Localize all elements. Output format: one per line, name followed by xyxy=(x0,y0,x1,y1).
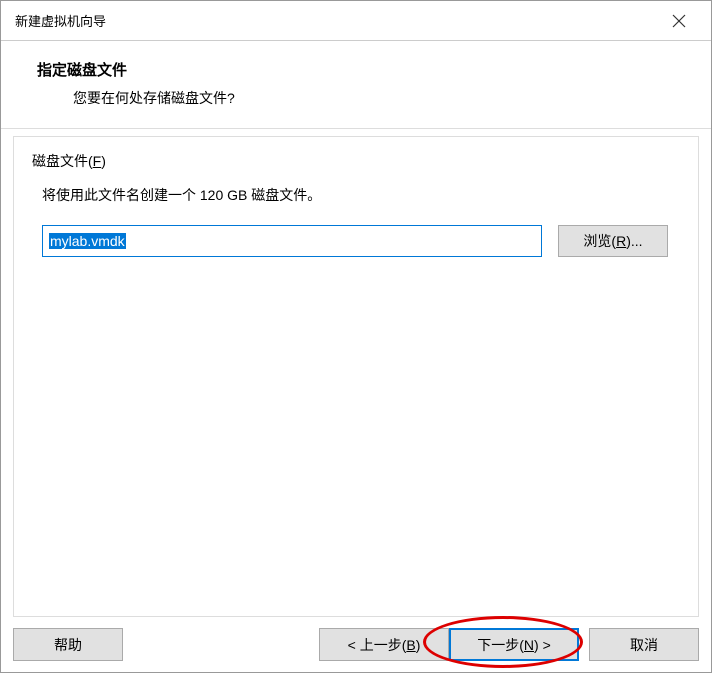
wizard-step-title: 指定磁盘文件 xyxy=(37,59,697,80)
content-panel: 磁盘文件(F) 将使用此文件名创建一个 120 GB 磁盘文件。 mylab.v… xyxy=(13,136,699,617)
disk-file-label: 磁盘文件(F) xyxy=(32,151,680,171)
disk-file-description: 将使用此文件名创建一个 120 GB 磁盘文件。 xyxy=(42,185,680,205)
help-button[interactable]: 帮助 xyxy=(13,628,123,661)
wizard-step-subtitle: 您要在何处存储磁盘文件? xyxy=(73,88,697,108)
titlebar: 新建虚拟机向导 xyxy=(1,1,711,41)
file-input-row: mylab.vmdk 浏览(R)... xyxy=(42,225,680,257)
wizard-header: 指定磁盘文件 您要在何处存储磁盘文件? xyxy=(1,41,711,129)
window-title: 新建虚拟机向导 xyxy=(15,11,106,30)
next-button[interactable]: 下一步(N) > xyxy=(449,628,579,661)
close-button[interactable] xyxy=(659,6,699,36)
wizard-button-bar: 帮助 < 上一步(B) 下一步(N) > 取消 xyxy=(1,617,711,672)
browse-button[interactable]: 浏览(R)... xyxy=(558,225,668,257)
disk-file-input[interactable]: mylab.vmdk xyxy=(42,225,542,257)
back-button[interactable]: < 上一步(B) xyxy=(319,628,449,661)
cancel-button[interactable]: 取消 xyxy=(589,628,699,661)
disk-file-input-value: mylab.vmdk xyxy=(49,233,126,249)
close-icon xyxy=(672,14,686,28)
